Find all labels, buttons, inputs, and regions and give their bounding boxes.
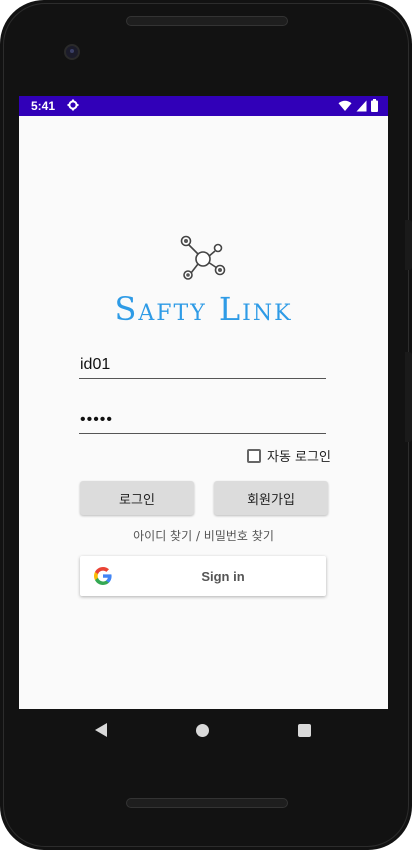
find-account-link[interactable]: 아이디 찾기 / 비밀번호 찾기 [19,527,388,544]
app-title: Safty Link [114,290,293,328]
auto-login-checkbox[interactable] [247,448,261,463]
password-input[interactable] [79,409,326,434]
login-button[interactable]: 로그인 [80,481,194,515]
volume-button [405,352,412,442]
back-triangle-icon[interactable] [94,722,108,738]
front-camera [64,44,80,60]
top-speaker-grille [126,16,288,26]
app-screen: 5:41 Safty Link id01 ••••• 자동 로그인 로그인 회원… [19,96,388,709]
status-bar: 5:41 [19,96,388,116]
signup-button[interactable]: 회원가입 [214,481,328,515]
phone-frame: 5:41 Safty Link id01 ••••• 자동 로그인 로그인 회원… [0,0,412,850]
status-time: 5:41 [31,99,56,113]
bottom-speaker-grille [126,798,288,808]
wifi-icon [338,100,352,111]
status-icons [338,99,378,112]
cell-signal-icon [356,100,367,111]
gear-icon [67,99,79,111]
id-input[interactable] [79,354,326,379]
auto-login-row[interactable]: 자동 로그인 [247,446,331,465]
google-signin-label: Sign in [201,568,245,584]
battery-icon [371,99,378,112]
network-link-icon [180,235,226,280]
power-button [405,220,412,270]
home-circle-icon[interactable] [196,724,209,737]
google-signin-button[interactable]: Sign in [80,556,326,596]
recents-square-icon[interactable] [298,724,311,737]
auto-login-label: 자동 로그인 [267,450,331,465]
